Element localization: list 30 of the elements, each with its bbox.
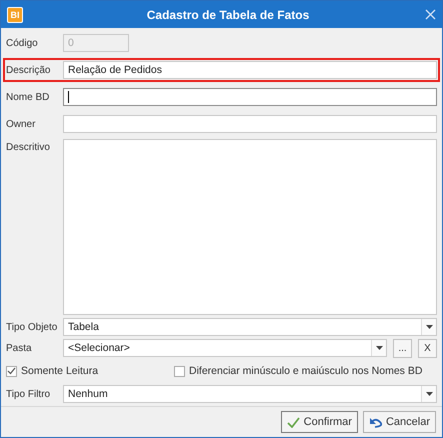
field-label: Tipo Objeto — [6, 322, 58, 332]
checkbox-label: Diferenciar minúsculo e maiúsculo nos Nomes BD — [189, 365, 422, 377]
dropdown-arrow-icon[interactable] — [426, 392, 432, 396]
field-label: Código — [6, 38, 39, 48]
dropdown-field[interactable]: Tabela — [63, 318, 437, 336]
field-label: Owner — [6, 118, 36, 130]
small-button[interactable]: X — [418, 338, 437, 358]
checkbox[interactable] — [6, 366, 17, 376]
confirm-button[interactable]: Confirmar — [280, 411, 358, 433]
checkbox-label: Somente Leitura — [21, 365, 98, 377]
field-label: Tipo Filtro — [6, 388, 52, 400]
close-icon[interactable] — [425, 9, 436, 20]
dropdown-arrow-icon[interactable] — [426, 325, 432, 329]
text-field[interactable] — [63, 115, 437, 133]
field-label: Descrição — [6, 64, 52, 76]
checkbox[interactable] — [174, 366, 185, 376]
field-label: Descritivo — [6, 141, 51, 155]
text-field[interactable]: Relação de Pedidos — [63, 61, 437, 79]
dropdown-field[interactable]: <Selecionar> — [63, 339, 387, 357]
check-icon — [286, 416, 300, 428]
undo-icon — [368, 416, 382, 428]
field-label: Nome BD — [6, 92, 50, 102]
window-title: Cadastro de Tabela de Fatos — [146, 8, 310, 22]
dropdown-field[interactable]: Nenhum — [63, 385, 437, 403]
dropdown-arrow-icon[interactable] — [376, 346, 382, 350]
small-button[interactable]: ... — [393, 338, 412, 358]
cancel-button[interactable]: Cancelar — [362, 411, 436, 433]
app-logo: BI — [7, 6, 23, 22]
field-label: Pasta — [6, 342, 33, 354]
text-field[interactable] — [63, 88, 437, 106]
